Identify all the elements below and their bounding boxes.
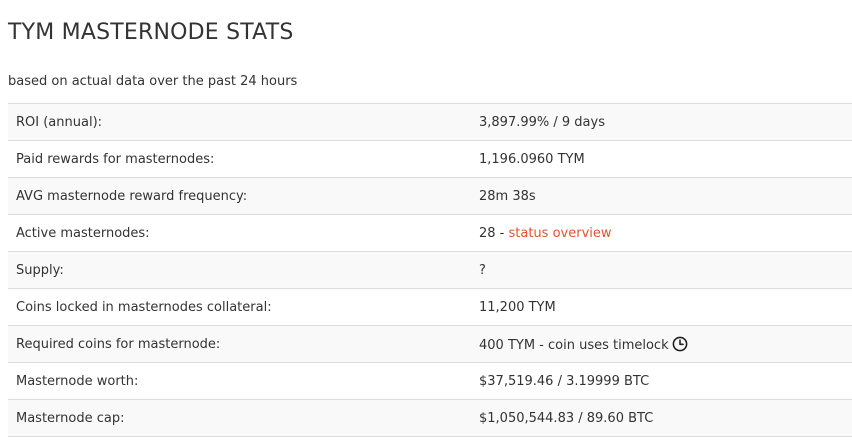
masternode-stats-table: ROI (annual): 3,897.99% / 9 days Paid re…	[8, 103, 852, 437]
table-row-required-coins: Required coins for masternode: 400 TYM -…	[8, 325, 852, 363]
row-value-container: 28 - status overview	[471, 214, 852, 252]
table-row-roi: ROI (annual): 3,897.99% / 9 days	[8, 103, 852, 141]
status-overview-link[interactable]: status overview	[509, 226, 612, 241]
row-value: 28 -	[479, 225, 509, 241]
row-value: 1,196.0960 TYM	[471, 140, 852, 178]
row-label: Active masternodes:	[8, 214, 471, 252]
table-row-supply: Supply: ?	[8, 251, 852, 289]
table-row-reward-frequency: AVG masternode reward frequency: 28m 38s	[8, 177, 852, 215]
row-label: Supply:	[8, 251, 471, 289]
row-label: Masternode cap:	[8, 399, 471, 437]
row-value: 28m 38s	[471, 177, 852, 215]
table-row-active-masternodes: Active masternodes: 28 - status overview	[8, 214, 852, 252]
row-label: Paid rewards for masternodes:	[8, 140, 471, 178]
row-value-container: 400 TYM - coin uses timelock	[471, 325, 852, 363]
page-title: TYM MASTERNODE STATS	[8, 20, 294, 45]
row-label: Required coins for masternode:	[8, 325, 471, 363]
table-row-coins-locked: Coins locked in masternodes collateral: …	[8, 288, 852, 326]
row-label: Masternode worth:	[8, 362, 471, 400]
row-value: 11,200 TYM	[471, 288, 852, 326]
row-value: 3,897.99% / 9 days	[471, 103, 852, 141]
row-label: AVG masternode reward frequency:	[8, 177, 471, 215]
row-label: Coins locked in masternodes collateral:	[8, 288, 471, 326]
page-subtitle: based on actual data over the past 24 ho…	[8, 74, 298, 89]
table-row-masternode-worth: Masternode worth: $37,519.46 / 3.19999 B…	[8, 362, 852, 400]
table-row-masternode-cap: Masternode cap: $1,050,544.83 / 89.60 BT…	[8, 399, 852, 437]
row-value: 400 TYM - coin uses timelock	[479, 337, 669, 353]
row-label: ROI (annual):	[8, 103, 471, 141]
row-value: $37,519.46 / 3.19999 BTC	[471, 362, 852, 400]
table-row-paid-rewards: Paid rewards for masternodes: 1,196.0960…	[8, 140, 852, 178]
row-value: ?	[471, 251, 852, 289]
clock-icon[interactable]	[672, 336, 688, 352]
row-value: $1,050,544.83 / 89.60 BTC	[471, 399, 852, 437]
